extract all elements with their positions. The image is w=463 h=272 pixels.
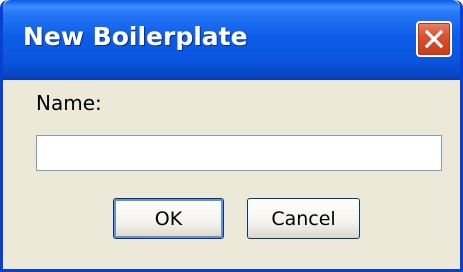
window-title: New Boilerplate (23, 22, 248, 51)
close-button[interactable] (416, 21, 452, 57)
ok-button[interactable]: OK (113, 198, 224, 239)
close-icon (424, 29, 444, 49)
title-bar[interactable]: New Boilerplate (3, 0, 460, 80)
name-label: Name: (36, 91, 102, 115)
name-input[interactable] (36, 135, 442, 171)
new-boilerplate-dialog: New Boilerplate Name: OK Cancel (0, 0, 463, 272)
ok-button-label: OK (154, 207, 183, 230)
cancel-button[interactable]: Cancel (247, 198, 360, 239)
cancel-button-label: Cancel (271, 207, 336, 230)
